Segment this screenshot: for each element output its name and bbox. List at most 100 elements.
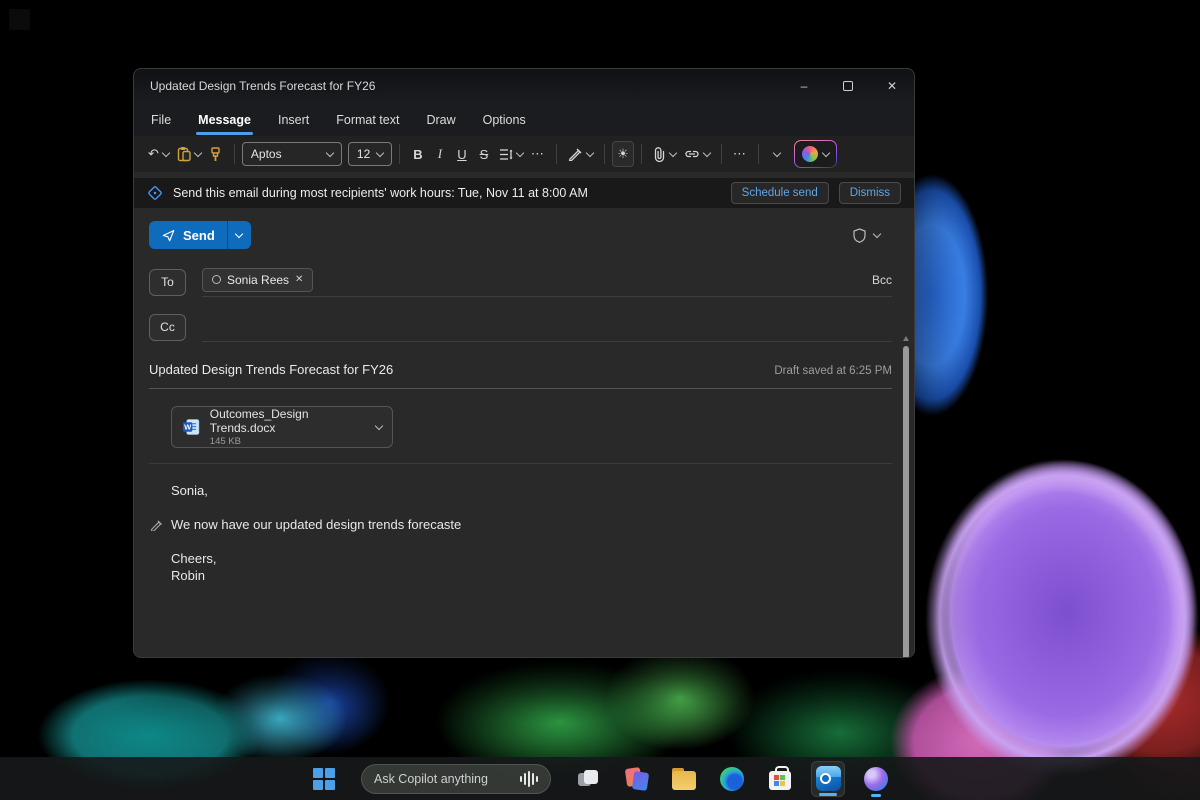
chevron-down-icon <box>669 148 677 156</box>
font-size-select[interactable]: 12 <box>348 142 392 166</box>
divider <box>641 144 642 164</box>
insert-link-button[interactable] <box>680 141 714 167</box>
m365-copilot-app-button[interactable] <box>619 761 653 797</box>
active-indicator <box>871 794 881 797</box>
line-spacing-button[interactable] <box>495 141 527 167</box>
rewrite-pen-icon[interactable] <box>150 518 163 531</box>
edge-button[interactable] <box>715 761 749 797</box>
body-line-wrap: We now have our updated design trends fo… <box>171 517 914 532</box>
strikethrough-button[interactable]: S <box>473 141 495 167</box>
search-input[interactable] <box>374 772 504 786</box>
styles-button[interactable] <box>564 141 597 167</box>
menu-file[interactable]: File <box>151 109 171 131</box>
compose-window: Updated Design Trends Forecast for FY26 … <box>133 68 915 658</box>
font-size-value: 12 <box>357 147 370 161</box>
close-button[interactable]: ✕ <box>870 69 914 103</box>
send-label: Send <box>183 228 215 243</box>
compose-area: Send To Sonia Rees ✕ Bcc <box>134 208 914 658</box>
minimize-button[interactable]: – <box>782 69 826 103</box>
maximize-button[interactable] <box>826 69 870 103</box>
divider <box>721 144 722 164</box>
send-button[interactable]: Send <box>149 221 227 249</box>
file-explorer-button[interactable] <box>667 761 701 797</box>
start-button[interactable] <box>307 761 341 797</box>
chevron-down-icon <box>326 148 334 156</box>
maximize-icon <box>843 81 853 91</box>
to-button[interactable]: To <box>149 269 186 296</box>
bold-button[interactable]: B <box>407 141 429 167</box>
remove-recipient-icon[interactable]: ✕ <box>295 274 303 285</box>
recipient-chip[interactable]: Sonia Rees ✕ <box>202 268 313 292</box>
recipient-name: Sonia Rees <box>227 273 289 287</box>
scrollbar[interactable] <box>903 336 910 658</box>
collapse-ribbon-button[interactable] <box>766 141 788 167</box>
format-painter-button[interactable] <box>205 141 227 167</box>
italic-icon: I <box>438 146 442 162</box>
close-icon: ✕ <box>887 79 897 93</box>
italic-button[interactable]: I <box>429 141 451 167</box>
chevron-down-icon <box>822 148 830 156</box>
body-line: We now have our updated design trends fo… <box>171 517 461 532</box>
scrollbar-thumb[interactable] <box>903 346 909 658</box>
dismiss-button[interactable]: Dismiss <box>839 182 901 204</box>
store-button[interactable] <box>763 761 797 797</box>
menu-format-text[interactable]: Format text <box>336 109 399 131</box>
m365-copilot-icon <box>624 766 649 791</box>
body-line: Sonia, <box>171 483 914 498</box>
divider <box>234 144 235 164</box>
more-icon: ⋯ <box>733 146 747 162</box>
attach-file-button[interactable] <box>649 141 680 167</box>
store-icon <box>769 771 791 790</box>
chevron-down-icon <box>703 148 711 156</box>
schedule-send-button[interactable]: Schedule send <box>731 182 829 204</box>
subject-input[interactable]: Updated Design Trends Forecast for FY26 <box>149 362 393 377</box>
cc-button[interactable]: Cc <box>149 314 186 341</box>
attachment-size: 145 KB <box>210 436 367 447</box>
attachment-card[interactable]: W Outcomes_Design Trends.docx 145 KB <box>171 406 393 448</box>
font-name-select[interactable]: Aptos <box>242 142 342 166</box>
copilot-search[interactable] <box>361 764 551 794</box>
to-input[interactable]: Sonia Rees ✕ Bcc <box>202 267 892 297</box>
more-formatting-button[interactable]: ⋯ <box>527 141 549 167</box>
copilot-button[interactable] <box>795 141 836 167</box>
menu-insert[interactable]: Insert <box>278 109 309 131</box>
message-body[interactable]: Sonia, We now have our updated design tr… <box>171 483 914 583</box>
divider <box>556 144 557 164</box>
paste-button[interactable] <box>173 141 205 167</box>
window-title: Updated Design Trends Forecast for FY26 <box>150 79 375 93</box>
bcc-link[interactable]: Bcc <box>872 273 892 291</box>
more-options-button[interactable]: ⋯ <box>729 141 751 167</box>
dark-mode-toggle-button[interactable]: ☀ <box>612 141 634 167</box>
attachment-options-icon[interactable] <box>375 421 383 429</box>
desktop-corner-square <box>9 9 30 30</box>
send-icon <box>161 228 176 243</box>
menu-message[interactable]: Message <box>198 109 251 131</box>
chevron-down-icon <box>586 148 594 156</box>
task-view-button[interactable] <box>571 761 605 797</box>
sensitivity-dropdown[interactable] <box>853 228 880 243</box>
cc-input[interactable] <box>202 312 892 342</box>
undo-button[interactable]: ↶ <box>144 141 173 167</box>
edge-icon <box>720 767 744 791</box>
copilot-app-button[interactable] <box>859 761 893 797</box>
suggestion-message: Send this email during most recipients' … <box>173 186 588 200</box>
presence-icon <box>212 275 221 284</box>
ribbon-toolbar: ↶ Aptos 12 B I U S <box>134 136 914 172</box>
menu-draw[interactable]: Draw <box>426 109 455 131</box>
body-line: Robin <box>171 568 914 583</box>
scroll-up-icon[interactable] <box>903 336 909 341</box>
voice-icon[interactable] <box>520 771 538 787</box>
copilot-icon <box>802 146 818 162</box>
file-explorer-icon <box>672 771 696 790</box>
divider <box>604 144 605 164</box>
underline-button[interactable]: U <box>451 141 473 167</box>
send-options-dropdown[interactable] <box>227 221 251 249</box>
divider <box>149 463 892 464</box>
sun-icon: ☀ <box>617 146 629 162</box>
suggestion-diamond-icon <box>147 185 163 201</box>
menu-options[interactable]: Options <box>483 109 526 131</box>
send-row: Send <box>149 218 914 252</box>
undo-icon: ↶ <box>148 146 159 162</box>
line-spacing-icon <box>499 148 513 161</box>
outlook-button[interactable] <box>811 761 845 797</box>
